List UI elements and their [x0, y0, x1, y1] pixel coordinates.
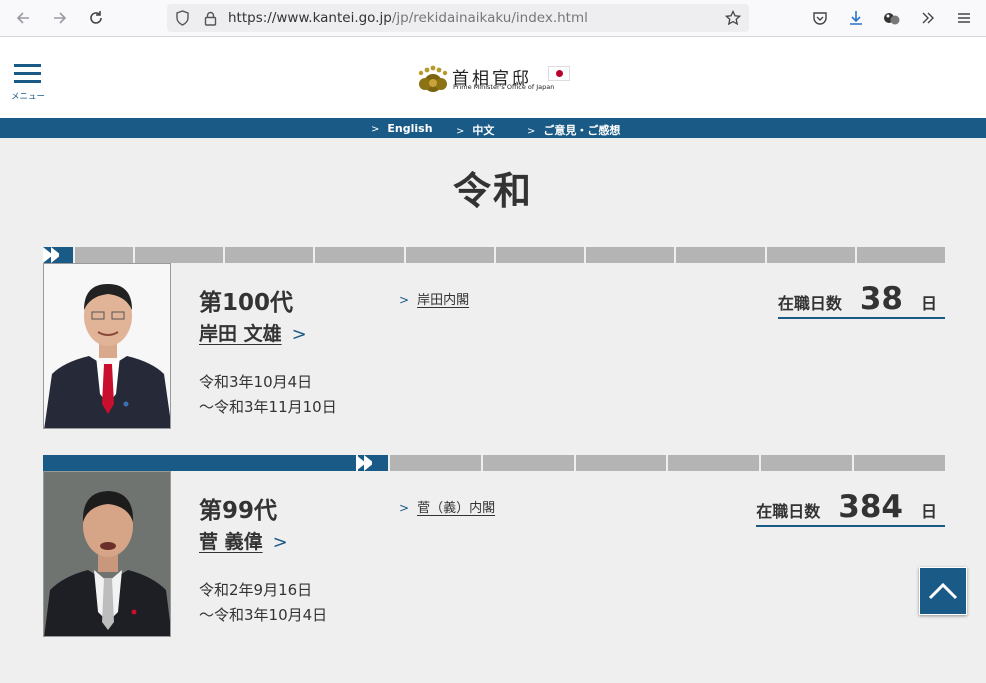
pm-name-link[interactable]: 岸田 文雄 >: [199, 319, 307, 346]
cabinet-order: 第99代: [199, 498, 278, 524]
chevron-right-icon: >: [399, 293, 410, 307]
url-path: /jp/rekidainaikaku/index.html: [391, 10, 588, 26]
back-to-top-button[interactable]: [919, 567, 967, 615]
url-bar[interactable]: https://www.kantei.go.jp/jp/rekidainaika…: [167, 4, 749, 32]
japan-flag-icon: [548, 66, 570, 81]
lang-link-feedback[interactable]: > ご意見・ご感想: [527, 122, 620, 138]
bookmark-star-icon[interactable]: [722, 7, 744, 29]
extensions-icon[interactable]: [881, 7, 903, 29]
timeline-marker-icon: [43, 247, 69, 263]
lang-link-english[interactable]: > English: [371, 122, 433, 135]
url-text[interactable]: https://www.kantei.go.jp/jp/rekidainaika…: [228, 10, 588, 26]
back-arrow-icon[interactable]: [12, 7, 34, 29]
cabinet-link[interactable]: > 菅（義）内閣: [399, 497, 495, 516]
lock-icon[interactable]: [199, 7, 221, 29]
days-count: 38: [859, 281, 903, 317]
chevron-right-icon: >: [371, 124, 380, 135]
reload-icon[interactable]: [85, 7, 107, 29]
days-label: 在職日数: [777, 294, 842, 313]
pm-photo[interactable]: [43, 471, 171, 637]
term-end-date: ～令和3年11月10日: [199, 398, 337, 416]
days-unit: 日: [920, 294, 937, 313]
chevron-up-icon: [928, 582, 958, 600]
menu-button[interactable]: メニュー: [10, 61, 46, 102]
term-start-date: 令和3年10月4日: [199, 373, 313, 391]
cabinet-card: 第100代 岸田 文雄 > > 岸田内閣 令和3年10月4日 ～令和3年11月10日…: [43, 263, 945, 429]
chevron-right-icon: >: [399, 501, 410, 515]
chevron-right-icon: >: [456, 126, 465, 137]
pocket-icon[interactable]: [809, 7, 831, 29]
chevron-right-icon: >: [272, 532, 288, 553]
timeline-bar: [43, 455, 945, 471]
pm-photo[interactable]: [43, 263, 171, 429]
overflow-chevron-icon[interactable]: [917, 7, 939, 29]
days-label: 在職日数: [756, 502, 821, 521]
term-end-date: ～令和3年10月4日: [199, 606, 328, 624]
paulownia-crest-icon: [418, 65, 448, 92]
language-bar: > English > 中文 > ご意見・ご感想: [0, 118, 986, 138]
browser-toolbar: https://www.kantei.go.jp/jp/rekidainaika…: [0, 0, 986, 37]
chevron-right-icon: >: [291, 324, 307, 345]
menu-label: メニュー: [10, 92, 45, 102]
cabinet-link[interactable]: > 岸田内閣: [399, 289, 469, 308]
url-domain: https://www.kantei.go.jp: [228, 10, 392, 26]
days-unit: 日: [920, 502, 937, 521]
app-menu-icon[interactable]: [953, 7, 975, 29]
logo-english-text: Prime Minister's Office of Japan: [453, 83, 555, 91]
days-in-office: 在職日数 384 日: [756, 489, 945, 527]
cabinet-order: 第100代: [199, 290, 294, 316]
pm-portrait-image: [44, 472, 170, 636]
forward-arrow-icon[interactable]: [49, 7, 71, 29]
lang-link-chinese[interactable]: > 中文: [456, 122, 494, 138]
site-header: メニュー 首相官邸 Prime Minister's Office of Jap…: [0, 37, 986, 118]
cabinet-card: 第99代 菅 義偉 > > 菅（義）内閣 令和2年9月16日 ～令和3年10月4日 …: [43, 471, 945, 637]
days-in-office: 在職日数 38 日: [777, 281, 945, 319]
era-title: 令和: [452, 169, 533, 213]
shield-icon[interactable]: [171, 7, 193, 29]
chevron-right-icon: >: [527, 126, 536, 137]
timeline-bar: [43, 247, 945, 263]
download-icon[interactable]: [845, 7, 867, 29]
pm-name-link[interactable]: 菅 義偉 >: [199, 527, 288, 554]
timeline-marker-icon: [356, 455, 382, 471]
term-start-date: 令和2年9月16日: [199, 581, 313, 599]
site-logo[interactable]: 首相官邸 Prime Minister's Office of Japan: [417, 63, 577, 95]
pm-portrait-image: [44, 264, 170, 428]
days-count: 384: [838, 489, 903, 525]
